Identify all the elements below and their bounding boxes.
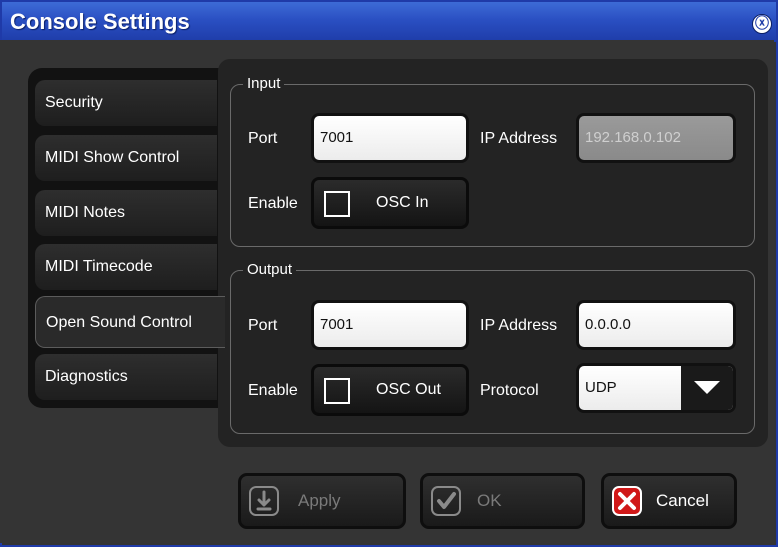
protocol-dropdown-button[interactable] <box>681 366 733 410</box>
output-ip-field[interactable]: 0.0.0.0 <box>576 300 736 350</box>
ok-label: OK <box>477 491 502 510</box>
apply-icon <box>249 486 279 516</box>
input-port-field[interactable]: 7001 <box>311 113 469 163</box>
output-port-field[interactable]: 7001 <box>311 300 469 350</box>
protocol-select[interactable]: UDP <box>576 363 736 413</box>
protocol-value: UDP <box>585 379 617 396</box>
protocol-label: Protocol <box>480 382 539 399</box>
cancel-icon <box>612 486 642 516</box>
apply-button[interactable]: Apply <box>238 473 406 529</box>
tab-open-sound-control[interactable]: Open Sound Control <box>35 296 225 348</box>
osc-in-checkbox-icon <box>324 191 350 217</box>
input-ip-label: IP Address <box>480 130 558 147</box>
cancel-button[interactable]: Cancel <box>601 473 737 529</box>
input-enable-label: Enable <box>248 195 298 212</box>
check-icon <box>431 486 461 516</box>
tab-diagnostics[interactable]: Diagnostics <box>35 354 217 400</box>
chevron-down-icon <box>694 381 720 394</box>
osc-out-label: OSC Out <box>376 381 441 398</box>
tab-midi-notes[interactable]: MIDI Notes <box>35 190 217 236</box>
input-ip-field: 192.168.0.102 <box>576 113 736 163</box>
input-port-label: Port <box>248 130 278 147</box>
ok-button[interactable]: OK <box>420 473 585 529</box>
osc-in-toggle[interactable]: OSC In <box>311 177 469 229</box>
input-group: Input <box>230 75 755 247</box>
tab-midi-timecode[interactable]: MIDI Timecode <box>35 244 217 290</box>
tab-security[interactable]: Security <box>35 80 217 126</box>
window-title: Console Settings <box>10 9 190 34</box>
output-group-label: Output <box>243 261 297 278</box>
osc-in-label: OSC In <box>376 194 429 211</box>
cancel-label: Cancel <box>656 491 709 510</box>
tab-midi-show-control[interactable]: MIDI Show Control <box>35 135 217 181</box>
osc-out-toggle[interactable]: OSC Out <box>311 364 469 416</box>
input-group-label: Input <box>243 75 285 92</box>
output-enable-label: Enable <box>248 382 298 399</box>
osc-out-checkbox-icon <box>324 378 350 404</box>
output-ip-label: IP Address <box>480 317 558 334</box>
apply-label: Apply <box>298 491 341 510</box>
output-port-label: Port <box>248 317 278 334</box>
close-icon[interactable]: ⓧ <box>752 14 772 34</box>
title-bar: Console Settings ⓧ <box>2 2 776 42</box>
